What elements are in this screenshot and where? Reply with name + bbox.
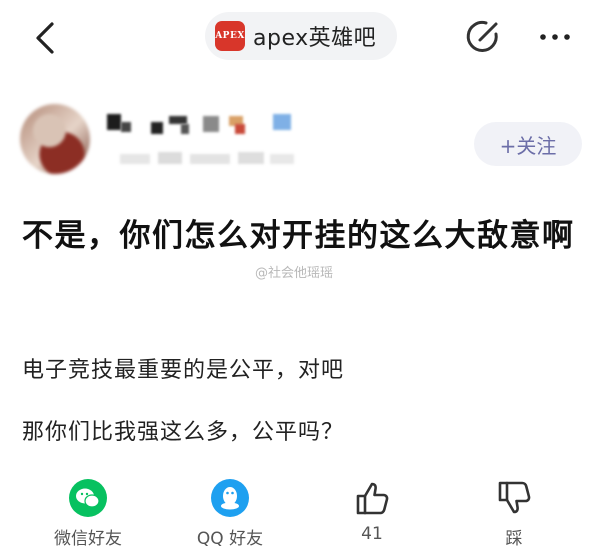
forum-pill[interactable]: APEX apex英雄吧 xyxy=(205,12,397,60)
dislike-button[interactable]: 踩 xyxy=(454,470,574,549)
share-wechat-label: 微信好友 xyxy=(54,529,122,549)
qq-icon xyxy=(211,479,249,517)
like-button[interactable]: 41 xyxy=(312,470,432,544)
follow-button[interactable]: +关注 xyxy=(474,122,582,166)
back-arrow-icon[interactable] xyxy=(30,20,62,56)
edit-icon[interactable] xyxy=(463,17,503,57)
share-qq-label: QQ 好友 xyxy=(196,529,264,549)
apex-logo: APEX xyxy=(215,21,245,51)
share-qq-button[interactable]: QQ 好友 xyxy=(170,470,290,549)
subtitle-pixelated xyxy=(120,150,300,168)
thumbs-up-icon xyxy=(356,482,389,515)
top-bar: APEX apex英雄吧 xyxy=(0,0,600,76)
watermark: @社会他瑶瑶 xyxy=(255,266,334,281)
post-paragraph-2: 那你们比我强这么多，公平吗？ xyxy=(22,420,345,445)
wechat-icon xyxy=(69,479,107,517)
post-paragraph-1: 电子竞技最重要的是公平，对吧 xyxy=(22,358,345,383)
username-pixelated xyxy=(105,110,305,136)
like-count: 41 xyxy=(361,524,383,544)
action-bar: 微信好友 QQ 好友 41 踩 xyxy=(0,470,600,549)
thumbs-down-icon xyxy=(498,481,531,514)
forum-name: apex英雄吧 xyxy=(253,26,377,51)
more-options-icon[interactable] xyxy=(535,22,575,52)
share-wechat-button[interactable]: 微信好友 xyxy=(28,470,148,549)
dislike-label: 踩 xyxy=(505,529,523,549)
avatar[interactable] xyxy=(20,104,90,174)
post-title: 不是，你们怎么对开挂的这么大敌意啊 xyxy=(22,218,575,254)
